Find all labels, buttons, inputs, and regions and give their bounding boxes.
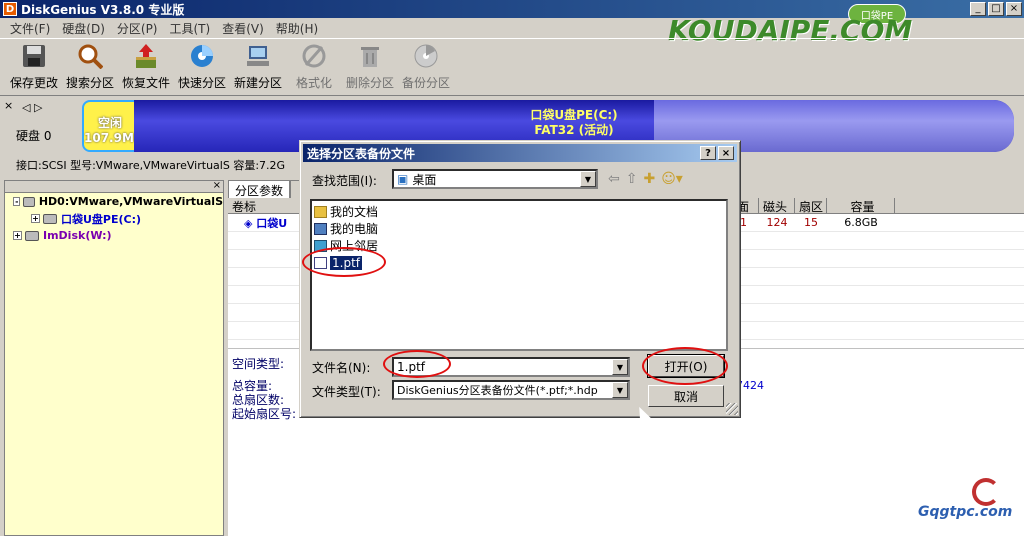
list-item[interactable]: 我的电脑: [314, 220, 724, 237]
filetype-label: 文件类型(T):: [312, 385, 381, 399]
backup-partition-button[interactable]: 备份分区: [398, 39, 454, 95]
menu-bar: 文件(F) 硬盘(D) 分区(P) 工具(T) 查看(V) 帮助(H): [0, 18, 1024, 38]
tree-item-imdisk[interactable]: + ImDisk(W:): [5, 227, 223, 244]
dialog-title-bar: 选择分区表备份文件 ? ×: [303, 144, 737, 162]
close-icon[interactable]: ×: [4, 99, 13, 112]
annotation-ring: [383, 350, 451, 378]
restore-files-button[interactable]: 恢复文件: [118, 39, 174, 95]
desktop-icon: ▣: [397, 172, 409, 186]
disk-info: 接口:SCSI 型号:VMware,VMwareVirtualS 容量:7.2G: [16, 159, 286, 172]
watermark-circle-icon: [972, 478, 1000, 506]
partition-icon: ◈: [244, 216, 257, 230]
disk-icon: [23, 196, 35, 207]
window-title: DiskGenius V3.8.0 专业版: [21, 2, 185, 17]
save-changes-button[interactable]: 保存更改: [6, 39, 62, 95]
cancel-button[interactable]: 取消: [648, 385, 724, 407]
menu-disk[interactable]: 硬盘(D): [56, 20, 111, 37]
menu-partition[interactable]: 分区(P): [111, 20, 164, 37]
dialog-title: 选择分区表备份文件: [307, 146, 416, 161]
list-item[interactable]: 我的文档: [314, 203, 724, 220]
resize-grip-icon[interactable]: [726, 403, 738, 415]
delete-partition-button[interactable]: 删除分区: [342, 39, 398, 95]
format-button[interactable]: 格式化: [286, 39, 342, 95]
disk-label: 硬盘 0: [16, 129, 52, 143]
chevron-down-icon[interactable]: ▼: [612, 359, 628, 375]
close-button[interactable]: ×: [1006, 2, 1022, 16]
help-button[interactable]: ?: [700, 146, 716, 160]
floppy-disk-icon: [20, 42, 48, 70]
computer-icon: [314, 222, 327, 235]
format-icon: [300, 42, 328, 70]
disk-tree-pane: × - HD0:VMware,VMwareVirtualS + 口袋U盘PE(C…: [4, 180, 224, 536]
new-folder-icon[interactable]: ✚: [643, 171, 655, 187]
magnifier-icon: [76, 42, 104, 70]
view-menu-icon[interactable]: ☺▾: [661, 171, 683, 187]
expand-icon[interactable]: +: [13, 231, 22, 240]
chevron-down-icon[interactable]: ▼: [580, 171, 596, 187]
close-icon[interactable]: ×: [213, 180, 221, 191]
free-space-block[interactable]: 空闲 107.9MB: [82, 100, 143, 152]
maximize-button[interactable]: □: [988, 2, 1004, 16]
menu-file[interactable]: 文件(F): [4, 20, 56, 37]
quick-partition-button[interactable]: 快速分区: [174, 39, 230, 95]
window-controls: _ □ ×: [970, 2, 1022, 16]
annotation-ring: [642, 347, 728, 385]
toolbar: 保存更改 搜索分区 恢复文件 快速分区 新建分区 格式化 删除分区 备份分区: [0, 38, 1024, 96]
chevron-down-icon[interactable]: ▼: [612, 382, 628, 398]
minimize-button[interactable]: _: [970, 2, 986, 16]
tree-item-partition-c[interactable]: + 口袋U盘PE(C:): [5, 210, 223, 227]
menu-help[interactable]: 帮助(H): [270, 20, 324, 37]
new-partition-icon: [244, 42, 272, 70]
filename-label: 文件名(N):: [312, 361, 371, 375]
lookin-select[interactable]: ▣ 桌面 ▼: [392, 169, 598, 189]
disk-nav-arrows[interactable]: ◁ ▷: [22, 101, 42, 114]
tree-item-hd0[interactable]: - HD0:VMware,VMwareVirtualS: [5, 193, 223, 210]
watermark-bottom: Gqgtpc.com: [918, 504, 1013, 520]
disk-icon: [25, 230, 39, 241]
lookin-label: 查找范围(I):: [312, 174, 377, 188]
tab-partition-params[interactable]: 分区参数: [228, 180, 291, 198]
app-icon: D: [3, 2, 17, 16]
folder-icon: [314, 205, 327, 218]
new-partition-button[interactable]: 新建分区: [230, 39, 286, 95]
back-icon[interactable]: ⇦: [608, 171, 620, 187]
nav-toolbar: ⇦ ⇧ ✚ ☺▾: [608, 171, 683, 187]
file-list[interactable]: 我的文档 我的电脑 网上邻居 1.ptf: [310, 199, 728, 351]
trash-icon: [356, 42, 384, 70]
up-folder-icon[interactable]: ⇧: [626, 171, 638, 187]
search-partition-button[interactable]: 搜索分区: [62, 39, 118, 95]
menu-tools[interactable]: 工具(T): [164, 20, 217, 37]
expand-icon[interactable]: +: [31, 214, 40, 223]
annotation-ring: [302, 247, 386, 277]
quick-partition-icon: [188, 42, 216, 70]
collapse-icon[interactable]: -: [13, 197, 21, 206]
menu-view[interactable]: 查看(V): [216, 20, 270, 37]
backup-disc-icon: [412, 42, 440, 70]
partition-icon: [43, 213, 57, 224]
dialog-close-button[interactable]: ×: [718, 146, 734, 160]
restore-box-icon: [132, 42, 160, 70]
filetype-select[interactable]: DiskGenius分区表备份文件(*.ptf;*.hdp ▼: [392, 380, 630, 400]
